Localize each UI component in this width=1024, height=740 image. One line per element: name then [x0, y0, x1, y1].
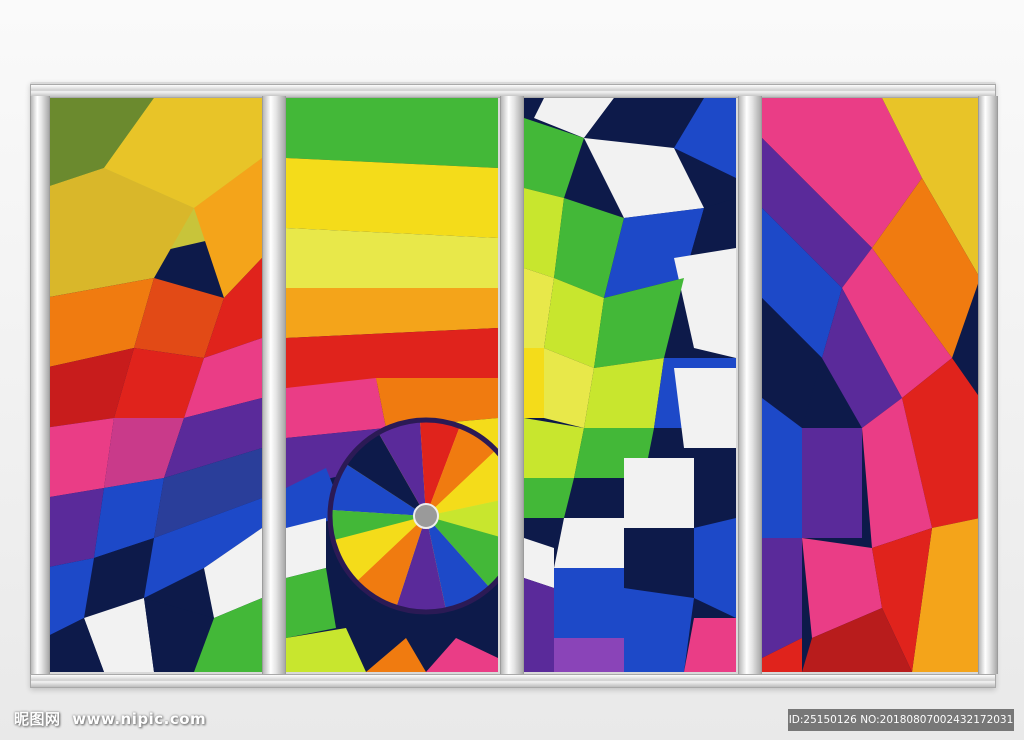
frame-post-right [978, 96, 998, 674]
frame-post-divider-1 [262, 96, 286, 674]
balloon-panel-2 [286, 98, 498, 672]
frame-post-left [30, 96, 50, 674]
frame-post-divider-2 [500, 96, 524, 674]
balloon-panel-1 [44, 98, 262, 672]
frame-rail-bottom [30, 674, 996, 688]
watermark-id-strip: ID:25150126 NO:20180807002432172031 [788, 709, 1014, 731]
balloon-panel-4 [762, 98, 980, 672]
watermark-brand-name: 昵图网 [14, 710, 61, 728]
watermark-url: www.nipic.com [72, 710, 207, 728]
watermark-brand: 昵图网 www.nipic.com [14, 708, 206, 729]
balloon-panel-3 [524, 98, 736, 672]
frame-post-divider-3 [738, 96, 762, 674]
